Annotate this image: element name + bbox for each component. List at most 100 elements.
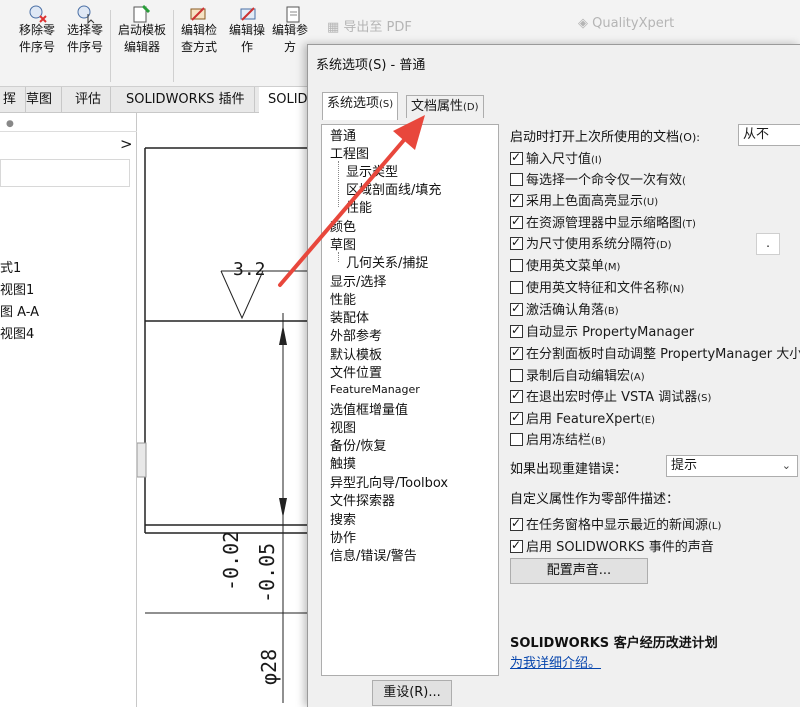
- checkbox-confirmation-corner[interactable]: 激活确认角落(B): [510, 299, 619, 319]
- tab-evaluate[interactable]: 评估: [66, 87, 112, 113]
- checkbox-icon[interactable]: [510, 538, 523, 553]
- checkbox-auto-size-propertymanager[interactable]: 在分割面板时自动调整 PropertyManager 大小: [510, 343, 800, 363]
- qualityxpert-button[interactable]: ◈ QualityXpert: [578, 16, 674, 31]
- tree-area-hatch[interactable]: 区域剖面线/填充: [346, 179, 441, 198]
- remove-balloon-icon: [29, 5, 47, 23]
- learn-more-link[interactable]: 为我详细介绍。: [510, 652, 601, 671]
- checkbox-icon[interactable]: [510, 173, 523, 186]
- options-tree: 普通 工程图 显示类型 区域剖面线/填充 性能 颜色 草图 几何关系/捕捉 显示…: [321, 124, 499, 676]
- tree-general[interactable]: 普通: [330, 125, 356, 144]
- tab-system-options[interactable]: 系统选项(S): [322, 92, 399, 120]
- launch-template-editor-button[interactable]: 启动模板 编辑器: [112, 22, 172, 56]
- edit-inspection-method-button[interactable]: 编辑检 查方式: [176, 22, 222, 56]
- checkbox-auto-edit-macro[interactable]: 录制后自动编辑宏(A): [510, 365, 645, 385]
- checkbox-shaded-face-highlighting[interactable]: 采用上色面高亮显示(U): [510, 190, 658, 210]
- tree-item-view-style[interactable]: 式1: [0, 257, 21, 276]
- dialog-title: 系统选项(S) - 普通: [316, 58, 426, 73]
- configure-sounds-button[interactable]: 配置声音...: [510, 558, 648, 584]
- tree-search[interactable]: 搜索: [330, 509, 356, 528]
- checkbox-icon[interactable]: [510, 388, 523, 403]
- checkbox-auto-show-propertymanager[interactable]: 自动显示 PropertyManager: [510, 321, 694, 341]
- checkbox-single-command-per-pick[interactable]: 每选择一个命令仅一次有效(: [510, 169, 686, 189]
- checkbox-icon[interactable]: [510, 150, 523, 165]
- tree-assemblies[interactable]: 装配体: [330, 307, 369, 326]
- tab-sketch[interactable]: 草图: [17, 87, 63, 113]
- startup-select[interactable]: 从不: [738, 124, 800, 146]
- drawing-canvas[interactable]: 3.2 -0.02 -0.05 φ28: [137, 113, 317, 707]
- tree-performance[interactable]: 性能: [330, 289, 356, 308]
- checkbox-enable-freeze-bar[interactable]: 启用冻结栏(B): [510, 429, 606, 449]
- tree-view[interactable]: 视图: [330, 417, 356, 436]
- checkbox-enable-sounds[interactable]: 启用 SOLIDWORKS 事件的声音: [510, 536, 714, 556]
- checkbox-icon[interactable]: [510, 516, 523, 531]
- checkbox-stop-vsta-debugger[interactable]: 在退出宏时停止 VSTA 调试器(S): [510, 386, 711, 406]
- filter-box[interactable]: [0, 159, 130, 187]
- tree-spin-box-increments[interactable]: 选值框增量值: [330, 399, 408, 418]
- tab-document-properties[interactable]: 文档属性(D): [406, 95, 484, 118]
- export-pdf-button[interactable]: ▦ 导出至 PDF: [327, 16, 412, 35]
- tree-hole-wizard-toolbox[interactable]: 异型孔向导/Toolbox: [330, 472, 448, 491]
- tree-file-explorer[interactable]: 文件探索器: [330, 490, 395, 509]
- diameter-dimension: φ28: [257, 648, 281, 685]
- checkbox-icon[interactable]: [510, 410, 523, 425]
- startup-label: 启动时打开上次所使用的文档(O):: [510, 130, 700, 145]
- tree-backup-recover[interactable]: 备份/恢复: [330, 435, 386, 454]
- panel-divider: [0, 131, 137, 132]
- tree-item-view1[interactable]: 视图1: [0, 279, 34, 298]
- tolerance-lower: -0.05: [255, 542, 279, 603]
- tree-colors[interactable]: 颜色: [330, 216, 356, 235]
- checkbox-show-news-feed[interactable]: 在任务窗格中显示最近的新闻源(L): [510, 514, 721, 534]
- checkbox-english-menus[interactable]: 使用英文菜单(M): [510, 255, 620, 275]
- tree-connector: [338, 252, 339, 262]
- checkbox-icon[interactable]: [510, 259, 523, 272]
- tree-drawing-performance[interactable]: 性能: [346, 197, 372, 216]
- chevron-down-icon: ⌄: [781, 459, 791, 472]
- chevron-right-icon[interactable]: >: [120, 135, 133, 153]
- tree-display-style[interactable]: 显示类型: [346, 161, 398, 180]
- checkbox-icon[interactable]: [510, 301, 523, 316]
- tree-display-selection[interactable]: 显示/选择: [330, 271, 386, 290]
- tree-featuremanager[interactable]: FeatureManager: [330, 383, 420, 396]
- checkbox-icon[interactable]: [510, 192, 523, 207]
- tree-drawings[interactable]: 工程图: [330, 143, 369, 162]
- tree-file-locations[interactable]: 文件位置: [330, 362, 382, 381]
- tree-touch[interactable]: 触摸: [330, 453, 356, 472]
- select-balloon-icon: [77, 5, 95, 24]
- tab-solidworks-addins[interactable]: SOLIDWORKS 插件: [117, 87, 255, 113]
- edit-inspection-icon: [190, 7, 206, 21]
- ribbon-separator: [173, 10, 174, 82]
- rebuild-error-select[interactable]: 提示 ⌄: [666, 455, 798, 477]
- checkbox-system-separator[interactable]: 为尺寸使用系统分隔符(D): [510, 233, 672, 253]
- ribbon-separator: [110, 10, 111, 82]
- tree-sketch[interactable]: 草图: [330, 234, 356, 253]
- checkbox-icon[interactable]: [510, 345, 523, 360]
- checkbox-input-dimension-value[interactable]: 输入尺寸值(I): [510, 148, 602, 168]
- roughness-value: 3.2: [233, 259, 266, 280]
- edit-reference-button[interactable]: 编辑参方: [272, 22, 308, 56]
- tree-default-templates[interactable]: 默认模板: [330, 344, 382, 363]
- checkbox-english-feature-names[interactable]: 使用英文特征和文件名称(N): [510, 277, 684, 297]
- checkbox-icon[interactable]: [510, 323, 523, 338]
- checkbox-icon[interactable]: [510, 369, 523, 382]
- checkbox-icon[interactable]: [510, 235, 523, 250]
- checkbox-icon[interactable]: [510, 214, 523, 229]
- remove-balloon-button[interactable]: 移除零 件序号: [16, 22, 58, 56]
- edit-operation-icon: [240, 7, 256, 21]
- checkbox-thumbnail-graphics[interactable]: 在资源管理器中显示缩略图(T): [510, 212, 696, 232]
- system-options-dialog: 系统选项(S) - 普通 系统选项(S) 文档属性(D) 普通 工程图 显示类型…: [307, 44, 800, 707]
- reset-button[interactable]: 重设(R)...: [372, 680, 452, 706]
- select-balloon-button[interactable]: 选择零 件序号: [64, 22, 106, 56]
- edit-operation-button[interactable]: 编辑操作: [224, 22, 270, 56]
- checkbox-enable-featurexpert[interactable]: 启用 FeatureXpert(E): [510, 408, 655, 428]
- tree-external-references[interactable]: 外部参考: [330, 325, 382, 344]
- tree-messages-errors-warnings[interactable]: 信息/错误/警告: [330, 545, 417, 564]
- separator-input[interactable]: .: [756, 233, 780, 255]
- tree-collaboration[interactable]: 协作: [330, 527, 356, 546]
- checkbox-icon[interactable]: [510, 281, 523, 294]
- tree-relations-snaps[interactable]: 几何关系/捕捉: [346, 252, 428, 271]
- feature-manager-panel: ● > 式1 视图1 图 A-A 视图4: [0, 113, 137, 707]
- tree-item-section-view[interactable]: 图 A-A: [0, 301, 39, 320]
- template-editor-icon: [133, 4, 151, 23]
- checkbox-icon[interactable]: [510, 433, 523, 446]
- tree-item-view4[interactable]: 视图4: [0, 323, 34, 342]
